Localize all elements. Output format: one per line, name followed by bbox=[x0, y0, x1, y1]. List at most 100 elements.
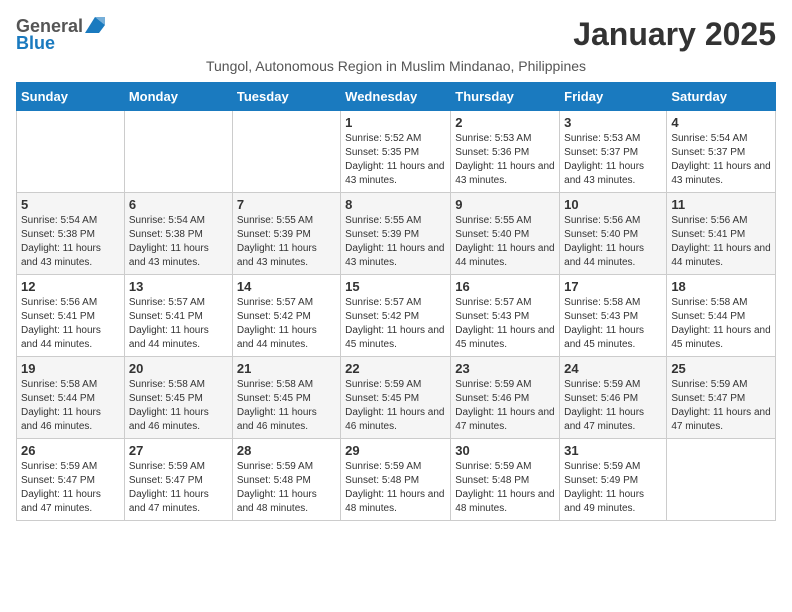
calendar-day-13: 13 Sunrise: 5:57 AMSunset: 5:41 PMDayligh… bbox=[124, 275, 232, 357]
calendar-day-26: 26Sunrise: 5:59 AMSunset: 5:47 PMDayligh… bbox=[17, 439, 125, 521]
day-info: Sunrise: 5:59 AMSunset: 5:48 PMDaylight:… bbox=[237, 460, 336, 516]
day-number: 24 bbox=[564, 361, 662, 376]
weekday-header-thursday: Thursday bbox=[451, 83, 560, 111]
calendar-day-15: 15 Sunrise: 5:57 AMSunset: 5:42 PMDayligh… bbox=[341, 275, 451, 357]
calendar-day-14: 14 Sunrise: 5:57 AMSunset: 5:42 PMDayligh… bbox=[232, 275, 340, 357]
calendar-day-20: 20Sunrise: 5:58 AMSunset: 5:45 PMDayligh… bbox=[124, 357, 232, 439]
day-number: 5 bbox=[21, 197, 120, 212]
day-info: Sunrise: 5:56 AMSunset: 5:41 PMDaylight:… bbox=[21, 296, 120, 352]
day-info: Sunrise: 5:59 AMSunset: 5:48 PMDaylight:… bbox=[455, 460, 555, 516]
day-info: Sunrise: 5:59 AMSunset: 5:45 PMDaylight:… bbox=[345, 378, 446, 434]
day-info: Sunrise: 5:59 AMSunset: 5:46 PMDaylight:… bbox=[564, 378, 662, 434]
month-title: January 2025 bbox=[573, 16, 776, 53]
weekday-header-sunday: Sunday bbox=[17, 83, 125, 111]
day-info: Sunrise: 5:57 AMSunset: 5:43 PMDaylight:… bbox=[455, 296, 555, 352]
day-info: Sunrise: 5:54 AMSunset: 5:38 PMDaylight:… bbox=[21, 214, 120, 270]
calendar-day-7: 7 Sunrise: 5:55 AMSunset: 5:39 PMDaylight… bbox=[232, 193, 340, 275]
day-info: Sunrise: 5:53 AMSunset: 5:37 PMDaylight:… bbox=[564, 132, 662, 188]
weekday-header-saturday: Saturday bbox=[667, 83, 776, 111]
day-info: Sunrise: 5:56 AMSunset: 5:40 PMDaylight:… bbox=[564, 214, 662, 270]
calendar-day-28: 28 Sunrise: 5:59 AMSunset: 5:48 PMDayligh… bbox=[232, 439, 340, 521]
day-number: 8 bbox=[345, 197, 446, 212]
calendar-day-21: 21Sunrise: 5:58 AMSunset: 5:45 PMDayligh… bbox=[232, 357, 340, 439]
calendar-day-1: 1Sunrise: 5:52 AMSunset: 5:35 PMDaylight… bbox=[341, 111, 451, 193]
day-info: Sunrise: 5:58 AMSunset: 5:44 PMDaylight:… bbox=[21, 378, 120, 434]
calendar-day-19: 19 Sunrise: 5:58 AMSunset: 5:44 PMDayligh… bbox=[17, 357, 125, 439]
day-info: Sunrise: 5:55 AMSunset: 5:39 PMDaylight:… bbox=[237, 214, 336, 270]
day-number: 30 bbox=[455, 443, 555, 458]
day-info: Sunrise: 5:54 AMSunset: 5:37 PMDaylight:… bbox=[671, 132, 771, 188]
day-number: 16 bbox=[455, 279, 555, 294]
weekday-header-friday: Friday bbox=[560, 83, 667, 111]
day-number: 17 bbox=[564, 279, 662, 294]
calendar-day-16: 16 Sunrise: 5:57 AMSunset: 5:43 PMDayligh… bbox=[451, 275, 560, 357]
day-number: 18 bbox=[671, 279, 771, 294]
calendar-day-29: 29Sunrise: 5:59 AMSunset: 5:48 PMDayligh… bbox=[341, 439, 451, 521]
day-info: Sunrise: 5:59 AMSunset: 5:47 PMDaylight:… bbox=[671, 378, 771, 434]
calendar-week-row: 5 Sunrise: 5:54 AMSunset: 5:38 PMDaylight… bbox=[17, 193, 776, 275]
day-number: 10 bbox=[564, 197, 662, 212]
day-info: Sunrise: 5:55 AMSunset: 5:39 PMDaylight:… bbox=[345, 214, 446, 270]
day-number: 31 bbox=[564, 443, 662, 458]
day-info: Sunrise: 5:59 AMSunset: 5:49 PMDaylight:… bbox=[564, 460, 662, 516]
calendar-week-row: 1Sunrise: 5:52 AMSunset: 5:35 PMDaylight… bbox=[17, 111, 776, 193]
day-info: Sunrise: 5:53 AMSunset: 5:36 PMDaylight:… bbox=[455, 132, 555, 188]
calendar-day-25: 25 Sunrise: 5:59 AMSunset: 5:47 PMDayligh… bbox=[667, 357, 776, 439]
day-info: Sunrise: 5:57 AMSunset: 5:42 PMDaylight:… bbox=[345, 296, 446, 352]
day-number: 23 bbox=[455, 361, 555, 376]
calendar-day-17: 17Sunrise: 5:58 AMSunset: 5:43 PMDayligh… bbox=[560, 275, 667, 357]
day-info: Sunrise: 5:59 AMSunset: 5:47 PMDaylight:… bbox=[129, 460, 228, 516]
day-number: 21 bbox=[237, 361, 336, 376]
day-info: Sunrise: 5:59 AMSunset: 5:47 PMDaylight:… bbox=[21, 460, 120, 516]
calendar-week-row: 12 Sunrise: 5:56 AMSunset: 5:41 PMDayligh… bbox=[17, 275, 776, 357]
calendar-day-11: 11 Sunrise: 5:56 AMSunset: 5:41 PMDayligh… bbox=[667, 193, 776, 275]
day-number: 4 bbox=[671, 115, 771, 130]
day-number: 28 bbox=[237, 443, 336, 458]
calendar-empty-cell bbox=[124, 111, 232, 193]
calendar-day-31: 31 Sunrise: 5:59 AMSunset: 5:49 PMDayligh… bbox=[560, 439, 667, 521]
day-number: 7 bbox=[237, 197, 336, 212]
calendar-day-22: 22Sunrise: 5:59 AMSunset: 5:45 PMDayligh… bbox=[341, 357, 451, 439]
day-number: 15 bbox=[345, 279, 446, 294]
calendar-day-5: 5 Sunrise: 5:54 AMSunset: 5:38 PMDaylight… bbox=[17, 193, 125, 275]
calendar-empty-cell bbox=[667, 439, 776, 521]
day-info: Sunrise: 5:57 AMSunset: 5:41 PMDaylight:… bbox=[129, 296, 228, 352]
day-info: Sunrise: 5:56 AMSunset: 5:41 PMDaylight:… bbox=[671, 214, 771, 270]
day-info: Sunrise: 5:59 AMSunset: 5:46 PMDaylight:… bbox=[455, 378, 555, 434]
day-number: 25 bbox=[671, 361, 771, 376]
calendar-week-row: 26Sunrise: 5:59 AMSunset: 5:47 PMDayligh… bbox=[17, 439, 776, 521]
day-number: 6 bbox=[129, 197, 228, 212]
calendar-subtitle: Tungol, Autonomous Region in Muslim Mind… bbox=[16, 58, 776, 74]
weekday-header-row: SundayMondayTuesdayWednesdayThursdayFrid… bbox=[17, 83, 776, 111]
day-number: 9 bbox=[455, 197, 555, 212]
calendar-day-9: 9 Sunrise: 5:55 AMSunset: 5:40 PMDaylight… bbox=[451, 193, 560, 275]
weekday-header-wednesday: Wednesday bbox=[341, 83, 451, 111]
day-number: 27 bbox=[129, 443, 228, 458]
calendar-day-23: 23 Sunrise: 5:59 AMSunset: 5:46 PMDayligh… bbox=[451, 357, 560, 439]
calendar-day-3: 3Sunrise: 5:53 AMSunset: 5:37 PMDaylight… bbox=[560, 111, 667, 193]
day-number: 11 bbox=[671, 197, 771, 212]
day-number: 13 bbox=[129, 279, 228, 294]
logo: General Blue bbox=[16, 16, 105, 54]
day-info: Sunrise: 5:55 AMSunset: 5:40 PMDaylight:… bbox=[455, 214, 555, 270]
day-info: Sunrise: 5:57 AMSunset: 5:42 PMDaylight:… bbox=[237, 296, 336, 352]
day-info: Sunrise: 5:54 AMSunset: 5:38 PMDaylight:… bbox=[129, 214, 228, 270]
calendar-day-6: 6 Sunrise: 5:54 AMSunset: 5:38 PMDaylight… bbox=[124, 193, 232, 275]
day-number: 19 bbox=[21, 361, 120, 376]
day-number: 20 bbox=[129, 361, 228, 376]
day-info: Sunrise: 5:52 AMSunset: 5:35 PMDaylight:… bbox=[345, 132, 446, 188]
weekday-header-tuesday: Tuesday bbox=[232, 83, 340, 111]
day-number: 14 bbox=[237, 279, 336, 294]
day-number: 2 bbox=[455, 115, 555, 130]
calendar-empty-cell bbox=[232, 111, 340, 193]
calendar-day-8: 8 Sunrise: 5:55 AMSunset: 5:39 PMDaylight… bbox=[341, 193, 451, 275]
calendar-week-row: 19 Sunrise: 5:58 AMSunset: 5:44 PMDayligh… bbox=[17, 357, 776, 439]
logo-icon bbox=[85, 17, 105, 33]
day-number: 12 bbox=[21, 279, 120, 294]
calendar-day-18: 18Sunrise: 5:58 AMSunset: 5:44 PMDayligh… bbox=[667, 275, 776, 357]
calendar-table: SundayMondayTuesdayWednesdayThursdayFrid… bbox=[16, 82, 776, 521]
calendar-day-27: 27 Sunrise: 5:59 AMSunset: 5:47 PMDayligh… bbox=[124, 439, 232, 521]
day-number: 29 bbox=[345, 443, 446, 458]
calendar-day-4: 4 Sunrise: 5:54 AMSunset: 5:37 PMDaylight… bbox=[667, 111, 776, 193]
calendar-day-2: 2 Sunrise: 5:53 AMSunset: 5:36 PMDaylight… bbox=[451, 111, 560, 193]
